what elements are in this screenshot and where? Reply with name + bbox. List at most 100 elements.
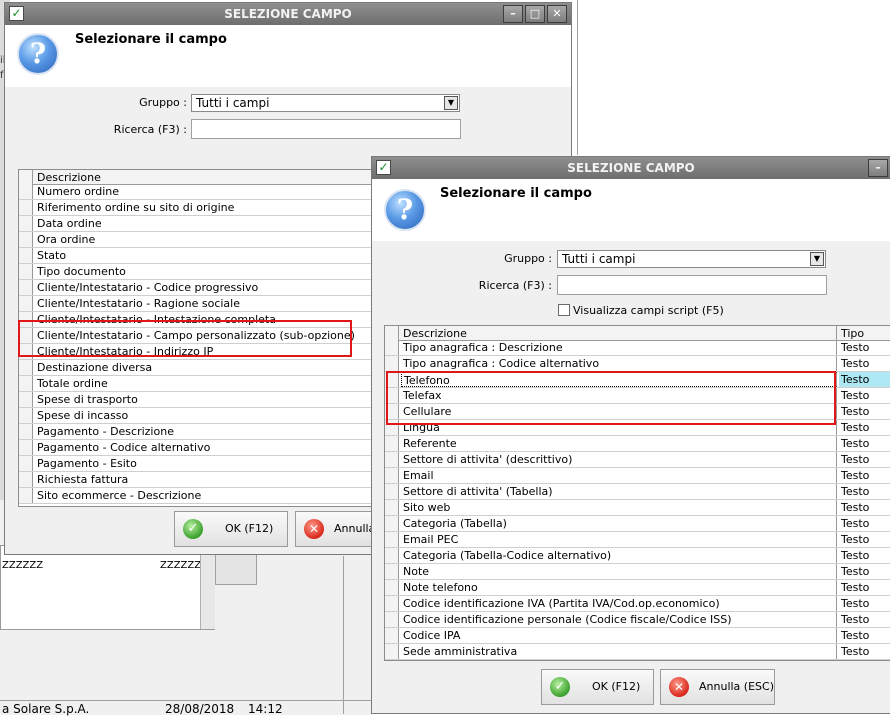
row-indicator[interactable] (19, 248, 33, 263)
table-row[interactable]: Codice IPA Testo (385, 628, 890, 644)
ok-button-front[interactable]: ✓ OK (F12) (541, 669, 654, 705)
row-indicator[interactable] (19, 184, 33, 199)
minimize-button[interactable]: – (503, 5, 523, 23)
table-row[interactable]: Note Testo (385, 564, 890, 580)
grid-header-front: Descrizione Tipo (385, 326, 890, 341)
check-icon: ✓ (183, 519, 203, 539)
table-row[interactable]: Sito web Testo (385, 500, 890, 516)
maximize-button[interactable]: □ (525, 5, 545, 23)
cancel-button-front[interactable]: ✕ Annulla (ESC) (660, 669, 775, 705)
row-descrizione: Settore di attivita' (Tabella) (401, 484, 837, 499)
background-zz-2: ZZZZZZ (160, 560, 202, 571)
table-row[interactable]: Categoria (Tabella-Codice alternativo) Te… (385, 548, 890, 564)
row-indicator[interactable] (385, 644, 399, 659)
row-indicator[interactable] (19, 408, 33, 423)
table-row[interactable]: Sede amministrativa Testo (385, 644, 890, 660)
gruppo-value-front: Tutti i campi (562, 252, 636, 266)
table-row[interactable]: Settore di attivita' (Tabella) Testo (385, 484, 890, 500)
chevron-down-icon-front[interactable]: ▼ (810, 252, 824, 266)
row-indicator[interactable] (385, 628, 399, 643)
table-row[interactable]: Spese di trasporto (19, 392, 377, 408)
table-row[interactable]: Numero ordine (19, 184, 377, 200)
row-tipo: Testo (841, 389, 870, 402)
table-row[interactable]: Tipo documento (19, 264, 377, 280)
table-row[interactable]: Email Testo (385, 468, 890, 484)
table-row[interactable]: Categoria (Tabella) Testo (385, 516, 890, 532)
row-indicator[interactable] (385, 484, 399, 499)
script-fields-checkbox[interactable] (558, 304, 570, 316)
highlight-box-front (386, 371, 836, 425)
row-indicator[interactable] (19, 488, 33, 503)
table-row[interactable]: Cliente/Intestatario - Ragione sociale (19, 296, 377, 312)
row-indicator[interactable] (19, 232, 33, 247)
row-indicator[interactable] (19, 360, 33, 375)
row-indicator[interactable] (385, 548, 399, 563)
ok-button-back[interactable]: ✓ OK (F12) (174, 511, 288, 547)
gruppo-select-front[interactable]: Tutti i campi ▼ (557, 250, 826, 268)
close-button[interactable]: ✕ (547, 5, 567, 23)
table-row[interactable]: Tipo anagrafica : Descrizione Testo (385, 340, 890, 356)
background-scrollbar[interactable] (200, 546, 215, 629)
row-indicator[interactable] (385, 436, 399, 451)
table-row[interactable]: Spese di incasso (19, 408, 377, 424)
row-indicator[interactable] (385, 500, 399, 515)
row-indicator[interactable] (385, 468, 399, 483)
table-row[interactable]: Destinazione diversa (19, 360, 377, 376)
table-row[interactable]: Riferimento ordine su sito di origine (19, 200, 377, 216)
dialog-titlebar[interactable]: ✓ SELEZIONE CAMPO – □ ✕ (5, 3, 571, 25)
ricerca-input-front[interactable] (557, 275, 827, 295)
column-header-descrizione[interactable]: Descrizione (35, 170, 375, 184)
ok-button-label: OK (F12) (225, 522, 274, 535)
row-indicator[interactable] (19, 280, 33, 295)
ricerca-label-front: Ricerca (F3) : (478, 279, 552, 292)
row-indicator[interactable] (385, 340, 399, 355)
row-indicator[interactable] (19, 216, 33, 231)
minimize-button-front[interactable]: – (868, 159, 888, 177)
column-header-descrizione-front[interactable]: Descrizione (401, 326, 837, 340)
row-indicator[interactable] (19, 392, 33, 407)
row-indicator[interactable] (385, 356, 399, 371)
table-row[interactable]: Referente Testo (385, 436, 890, 452)
column-header-tipo[interactable]: Tipo (839, 326, 890, 340)
table-row[interactable]: Email PEC Testo (385, 532, 890, 548)
row-indicator[interactable] (19, 200, 33, 215)
row-indicator[interactable] (19, 440, 33, 455)
table-row[interactable]: Sito ecommerce - Descrizione (19, 488, 377, 504)
table-row[interactable]: Pagamento - Descrizione (19, 424, 377, 440)
gruppo-select[interactable]: Tutti i campi ▼ (191, 94, 460, 112)
table-row[interactable]: Stato (19, 248, 377, 264)
table-row[interactable]: Pagamento - Esito (19, 456, 377, 472)
row-indicator[interactable] (19, 472, 33, 487)
table-row[interactable]: Ora ordine (19, 232, 377, 248)
table-row[interactable]: Note telefono Testo (385, 580, 890, 596)
row-indicator[interactable] (19, 424, 33, 439)
table-row[interactable]: Codice identificazione personale (Codice… (385, 612, 890, 628)
script-fields-label[interactable]: Visualizza campi script (F5) (573, 304, 724, 317)
row-indicator[interactable] (385, 452, 399, 467)
dialog-titlebar-front[interactable]: ✓ SELEZIONE CAMPO – (372, 157, 890, 179)
table-row[interactable]: Cliente/Intestatario - Codice progressiv… (19, 280, 377, 296)
row-indicator[interactable] (19, 296, 33, 311)
row-tipo: Testo (841, 469, 870, 482)
row-indicator[interactable] (385, 612, 399, 627)
table-row[interactable]: Pagamento - Codice alternativo (19, 440, 377, 456)
row-descrizione: Pagamento - Codice alternativo (37, 441, 211, 454)
table-row[interactable]: Settore di attivita' (descrittivo) Testo (385, 452, 890, 468)
row-indicator[interactable] (385, 596, 399, 611)
row-indicator[interactable] (385, 532, 399, 547)
row-indicator[interactable] (385, 564, 399, 579)
ricerca-input[interactable] (191, 119, 461, 139)
row-descrizione: Pagamento - Descrizione (37, 425, 174, 438)
chevron-down-icon[interactable]: ▼ (444, 96, 458, 110)
row-indicator[interactable] (385, 516, 399, 531)
row-tipo: Testo (839, 372, 890, 387)
table-row[interactable]: Codice identificazione IVA (Partita IVA/… (385, 596, 890, 612)
row-indicator[interactable] (19, 376, 33, 391)
row-indicator[interactable] (385, 580, 399, 595)
row-indicator[interactable] (19, 456, 33, 471)
table-row[interactable]: Richiesta fattura (19, 472, 377, 488)
row-indicator[interactable] (19, 264, 33, 279)
table-row[interactable]: Totale ordine (19, 376, 377, 392)
table-row[interactable]: Data ordine (19, 216, 377, 232)
table-row[interactable]: Tipo anagrafica : Codice alternativo Test… (385, 356, 890, 372)
